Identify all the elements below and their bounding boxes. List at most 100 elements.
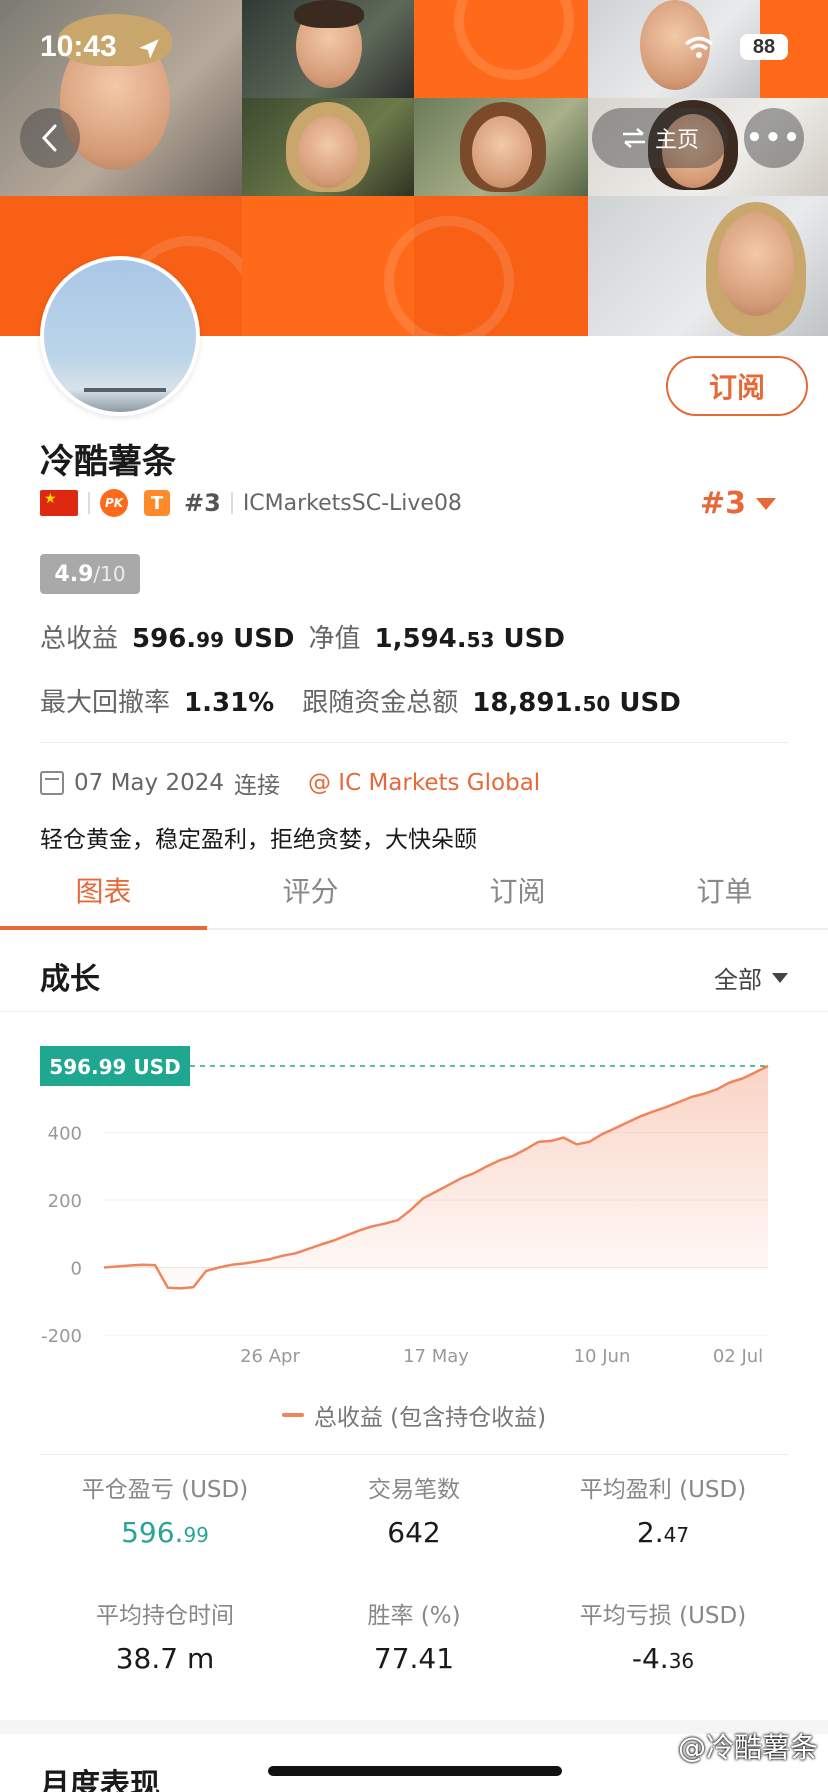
stat-value: 2.47 — [636, 1516, 690, 1549]
total-profit-unit: USD — [233, 624, 295, 654]
score-badge: 4.9/10 — [40, 554, 140, 594]
range-filter-value: 全部 — [714, 966, 762, 994]
stat-cell: 平均盈利 (USD) 2.47 — [538, 1470, 788, 1549]
connect-suffix: 连接 — [233, 773, 280, 799]
stat-value: 38.7 m — [115, 1642, 215, 1675]
stat-label: 平均持仓时间 — [96, 1603, 234, 1629]
stats-row-drawdown: 最大回撤率 1.31% 跟随资金总额 18,891.50 USD — [40, 682, 681, 719]
chart-legend: 总收益 (包含持仓收益) — [0, 1398, 828, 1432]
stat-cell: 平仓盈亏 (USD) 596.99 — [40, 1470, 290, 1549]
watermark: @冷酷薯条 — [677, 1731, 818, 1764]
home-indicator — [268, 1766, 562, 1776]
trader-meta-row: ★ PK T #3 ICMarketsSC-Live08 — [40, 488, 462, 518]
divider — [40, 742, 788, 743]
equity-dec: 53 — [466, 628, 495, 652]
stat-label: 平均盈利 (USD) — [579, 1477, 747, 1503]
trader-name: 冷酷薯条 — [40, 442, 176, 482]
total-profit-label: 总收益 — [40, 624, 119, 654]
y-tick-label: 0 — [71, 1258, 82, 1279]
battery-indicator: 88 — [740, 34, 788, 60]
status-time: 10:43 — [40, 30, 117, 63]
equity-int: 1,594. — [374, 624, 467, 654]
banner-photo — [588, 196, 828, 336]
follow-dec: 50 — [582, 692, 611, 716]
banner-photo — [242, 98, 414, 196]
stat-label: 平仓盈亏 (USD) — [81, 1477, 249, 1503]
follow-unit: USD — [619, 688, 681, 718]
home-button[interactable]: 主页 — [592, 108, 728, 168]
legend-swatch — [281, 1413, 304, 1417]
connect-date: 07 May 2024 — [74, 770, 224, 796]
status-bar: 10:43 88 — [40, 30, 788, 70]
tab-chart[interactable]: 图表 — [0, 870, 207, 910]
banner-photo — [414, 98, 588, 196]
stat-label: 胜率 (%) — [367, 1603, 461, 1629]
total-profit-dec: 99 — [196, 628, 225, 652]
drawdown-label: 最大回撤率 — [40, 688, 171, 718]
section-title: 成长 — [40, 962, 100, 997]
broker-link[interactable]: @ IC Markets Global — [308, 770, 540, 796]
back-button[interactable] — [20, 108, 80, 168]
china-flag-icon: ★ — [40, 490, 78, 516]
stat-cell: 胜率 (%) 77.41 — [289, 1596, 539, 1675]
triangle-down-icon — [772, 972, 788, 983]
follow-label: 跟随资金总额 — [302, 688, 459, 718]
stat-value: 642 — [387, 1516, 441, 1549]
rank-dropdown-value: #3 — [700, 486, 747, 521]
total-profit-int: 596. — [132, 624, 197, 654]
subscribe-button[interactable]: 订阅 — [666, 356, 808, 416]
x-tick-label: 02 Jul — [713, 1346, 763, 1367]
x-tick-label: 26 Apr — [240, 1346, 300, 1367]
account-name: ICMarketsSC-Live08 — [242, 490, 462, 516]
tab-orders[interactable]: 订单 — [621, 870, 828, 910]
score-denominator: /10 — [93, 562, 126, 586]
rank-dropdown[interactable]: #3 — [700, 486, 777, 521]
y-tick-label: 400 — [48, 1123, 82, 1144]
stat-cell: 平均亏损 (USD) -4.36 — [538, 1596, 788, 1675]
y-tick-label: -200 — [41, 1326, 82, 1347]
triangle-down-icon — [756, 497, 777, 510]
pk-badge-icon: PK — [100, 489, 128, 517]
growth-section-header: 成长 全部 — [0, 944, 828, 1012]
current-value-label: 596.99 USD — [49, 1055, 180, 1079]
growth-chart[interactable]: 400 200 0 -200 26 Apr 17 May 10 Jun 02 Jul 596.9… — [0, 1030, 828, 1370]
avatar[interactable] — [40, 256, 200, 416]
x-tick-label: 17 May — [403, 1346, 469, 1367]
stat-label: 交易笔数 — [368, 1477, 460, 1503]
active-tab-indicator — [0, 926, 207, 930]
stat-value: 77.41 — [373, 1642, 455, 1675]
t-badge-icon: T — [144, 490, 170, 516]
score-value: 4.9 — [54, 561, 94, 587]
divider — [40, 1454, 788, 1455]
equity-unit: USD — [503, 624, 565, 654]
range-filter-dropdown[interactable]: 全部 — [714, 960, 788, 995]
tab-rating[interactable]: 评分 — [207, 870, 414, 910]
stat-value: -4.36 — [631, 1642, 695, 1675]
stat-cell: 平均持仓时间 38.7 m — [40, 1596, 290, 1675]
calendar-icon — [40, 771, 64, 795]
rank-label: #3 — [184, 489, 221, 517]
stat-value: 596.99 — [121, 1516, 209, 1549]
stat-cell: 交易笔数 642 — [289, 1470, 539, 1549]
wifi-icon — [684, 36, 714, 58]
tab-subscription[interactable]: 订阅 — [414, 870, 621, 910]
chevron-left-icon — [41, 124, 57, 152]
more-button[interactable]: ••• — [744, 108, 804, 168]
swap-arrows-icon — [622, 128, 645, 148]
stat-label: 平均亏损 (USD) — [579, 1603, 747, 1629]
drawdown-value: 1.31% — [184, 688, 275, 718]
stats-row-profit: 总收益 596.99 USD 净值 1,594.53 USD — [40, 618, 565, 655]
legend-label: 总收益 (包含持仓收益) — [313, 1405, 547, 1431]
tab-bar: 图表 评分 订阅 订单 — [0, 856, 828, 930]
home-button-label: 主页 — [654, 128, 699, 153]
series-area — [104, 1066, 768, 1289]
trader-description: 轻仓黄金，稳定盈利，拒绝贪婪，大快朵颐 — [40, 827, 477, 853]
monthly-section-title: 月度表现 — [40, 1768, 160, 1792]
equity-label: 净值 — [308, 624, 361, 654]
follow-int: 18,891. — [472, 688, 583, 718]
y-tick-label: 200 — [48, 1191, 82, 1212]
x-tick-label: 10 Jun — [574, 1346, 631, 1367]
location-arrow-icon — [139, 39, 159, 59]
connect-row: 07 May 2024 连接 @ IC Markets Global — [40, 766, 540, 800]
more-dots-icon: ••• — [746, 123, 802, 153]
